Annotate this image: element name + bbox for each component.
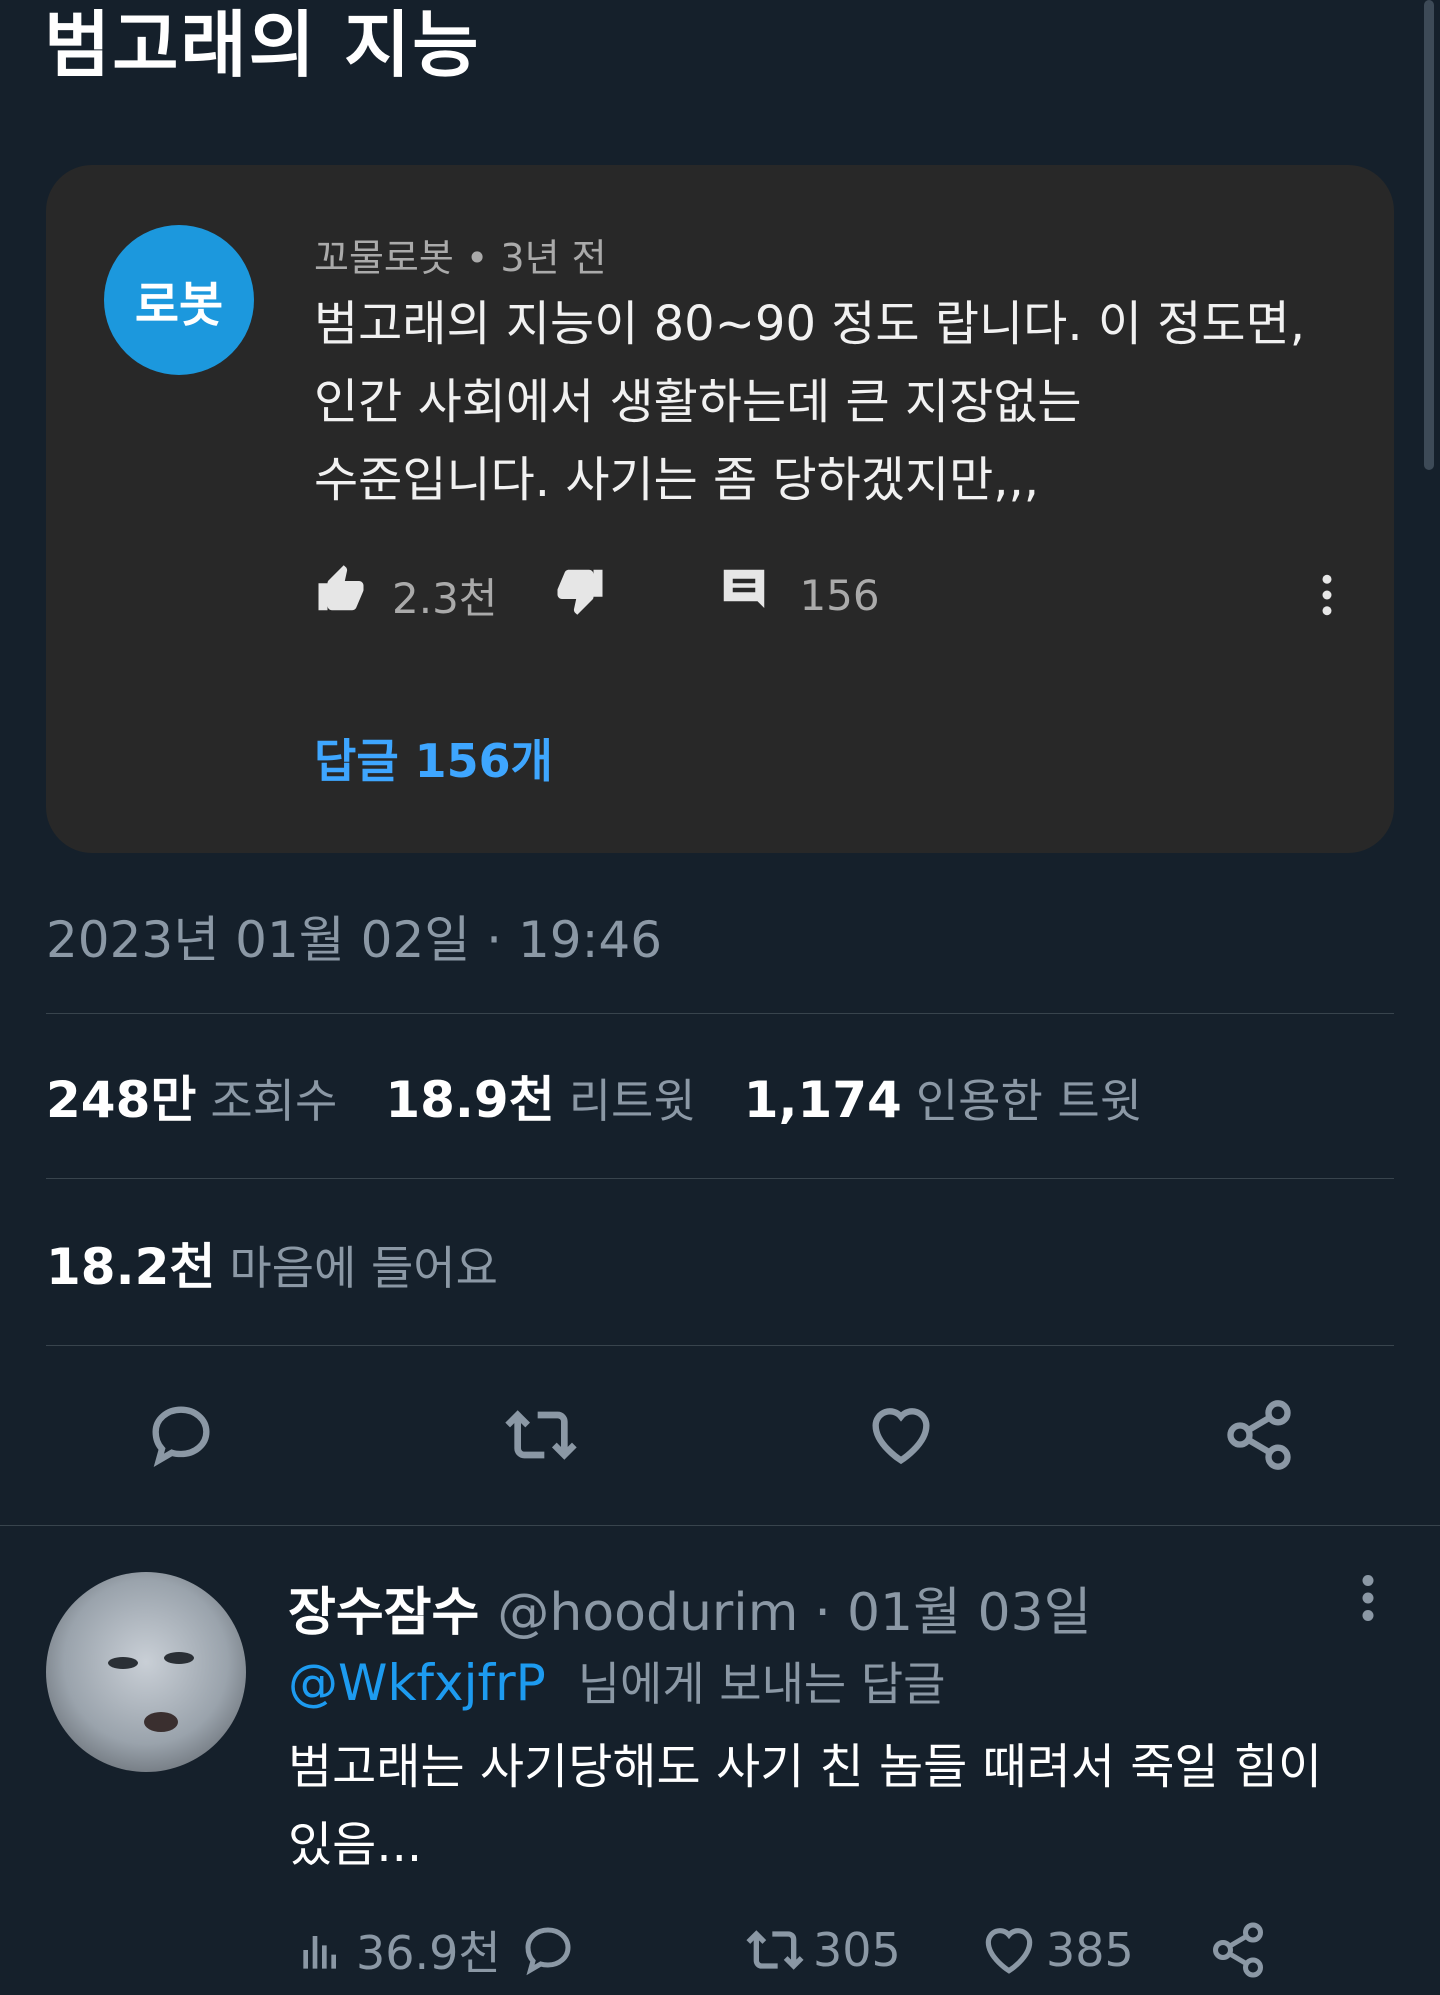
reply-views: 36.9천 — [356, 1926, 501, 1980]
like-button[interactable]: 385 — [978, 1915, 1134, 1985]
separator: · — [814, 1583, 831, 1643]
replying-to-label: 님에게 보내는 답글 — [577, 1657, 946, 1711]
mention-link[interactable]: @WkfxjfrP — [288, 1654, 546, 1712]
comment-line: 수준입니다. 사기는 좀 당하겠지만,,, — [314, 452, 1040, 508]
reply-action-bar: 36.9천 305 385 — [288, 1915, 1388, 1985]
comment-reply-count: 156 — [799, 570, 880, 620]
tweet-action-bar — [46, 1390, 1394, 1480]
scrollbar[interactable] — [1424, 0, 1434, 470]
views-button[interactable]: 36.9천 — [294, 1915, 501, 1985]
replying-to: @WkfxjfrP 님에게 보내는 답글 — [288, 1648, 946, 1714]
comment-line: 인간 사회에서 생활하는데 큰 지장없는 — [314, 374, 1082, 430]
likes-label[interactable]: 마음에 들어요 — [229, 1232, 498, 1298]
share-icon[interactable] — [1208, 1915, 1268, 1985]
analytics-icon — [303, 1936, 336, 1969]
divider — [46, 1345, 1394, 1346]
commenter-avatar: 로봇 — [104, 225, 254, 375]
reply-display-name[interactable]: 장수잠수 — [288, 1570, 479, 1645]
thumbs-down-icon[interactable] — [553, 563, 607, 627]
avatar-face-eye — [108, 1657, 138, 1669]
comment-like-count: 2.3천 — [392, 573, 498, 623]
tweet-stats: 248만 조회수 18.9천 리트윗 1,174 인용한 트윗 — [46, 1060, 1190, 1130]
reply-icon[interactable] — [136, 1390, 226, 1480]
retweets-count[interactable]: 18.9천 — [385, 1060, 554, 1132]
reply-handle[interactable]: @hoodurim — [497, 1583, 798, 1643]
comment-line: 범고래의 지능이 80~90 정도 랍니다. 이 정도면, — [314, 296, 1305, 352]
divider — [46, 1013, 1394, 1014]
reply-date[interactable]: 01월 03일 — [847, 1570, 1092, 1645]
comment-text: 범고래의 지능이 80~90 정도 랍니다. 이 정도면, 인간 사회에서 생활… — [314, 285, 1374, 519]
divider — [46, 1178, 1394, 1179]
reply-line: 범고래는 사기당해도 사기 친 놈들 때려서 죽일 힘이 — [288, 1739, 1323, 1795]
quotes-label[interactable]: 인용한 트윗 — [916, 1065, 1142, 1131]
comment-icon[interactable] — [717, 563, 771, 627]
retweets-label[interactable]: 리트윗 — [569, 1065, 696, 1131]
reply-retweets: 305 — [813, 1923, 901, 1977]
reply-line: 있음... — [288, 1817, 423, 1873]
reply-header: 장수잠수 @hoodurim · 01월 03일 — [288, 1570, 1091, 1643]
retweet-button[interactable]: 305 — [743, 1915, 901, 1985]
reply-avatar[interactable] — [46, 1572, 246, 1772]
like-icon[interactable] — [856, 1390, 946, 1480]
retweet-icon[interactable] — [496, 1390, 586, 1480]
more-vertical-icon[interactable] — [1350, 1568, 1386, 1632]
views-label: 조회수 — [210, 1074, 338, 1128]
more-vertical-icon[interactable] — [1300, 568, 1354, 632]
post-title: 범고래의 지능 — [44, 3, 481, 87]
likes-count[interactable]: 18.2천 — [46, 1227, 215, 1299]
youtube-comment-card[interactable]: 로봇 꼬물로봇 • 3년 전 범고래의 지능이 80~90 정도 랍니다. 이 … — [46, 165, 1394, 853]
likes-stat[interactable]: 18.2천 마음에 들어요 — [46, 1227, 546, 1297]
reply-body: 범고래는 사기당해도 사기 친 놈들 때려서 죽일 힘이 있음... — [288, 1728, 1398, 1884]
avatar-face-eye — [164, 1652, 194, 1664]
like-icon — [985, 1928, 1033, 1974]
comment-meta: 꼬물로봇 • 3년 전 — [314, 236, 607, 280]
view-replies-link[interactable]: 답글 156개 — [314, 725, 553, 791]
thumbs-up-icon[interactable] — [314, 563, 368, 627]
thread-divider — [0, 1525, 1440, 1526]
quotes-count[interactable]: 1,174 — [744, 1071, 902, 1129]
retweet-icon — [746, 1930, 804, 1970]
views-count: 248만 — [46, 1071, 197, 1129]
page: 범고래의 지능 로봇 꼬물로봇 • 3년 전 범고래의 지능이 80~90 정도… — [0, 0, 1440, 1995]
avatar-text: 로봇 — [134, 277, 224, 333]
comment-actions: 2.3천 156 — [314, 560, 1354, 630]
share-icon[interactable] — [1214, 1390, 1304, 1480]
avatar-face-mouth — [144, 1712, 178, 1732]
tweet-timestamp[interactable]: 2023년 01월 02일 · 19:46 — [46, 900, 662, 972]
reply-likes: 385 — [1046, 1923, 1134, 1977]
reply-icon[interactable] — [518, 1915, 578, 1985]
